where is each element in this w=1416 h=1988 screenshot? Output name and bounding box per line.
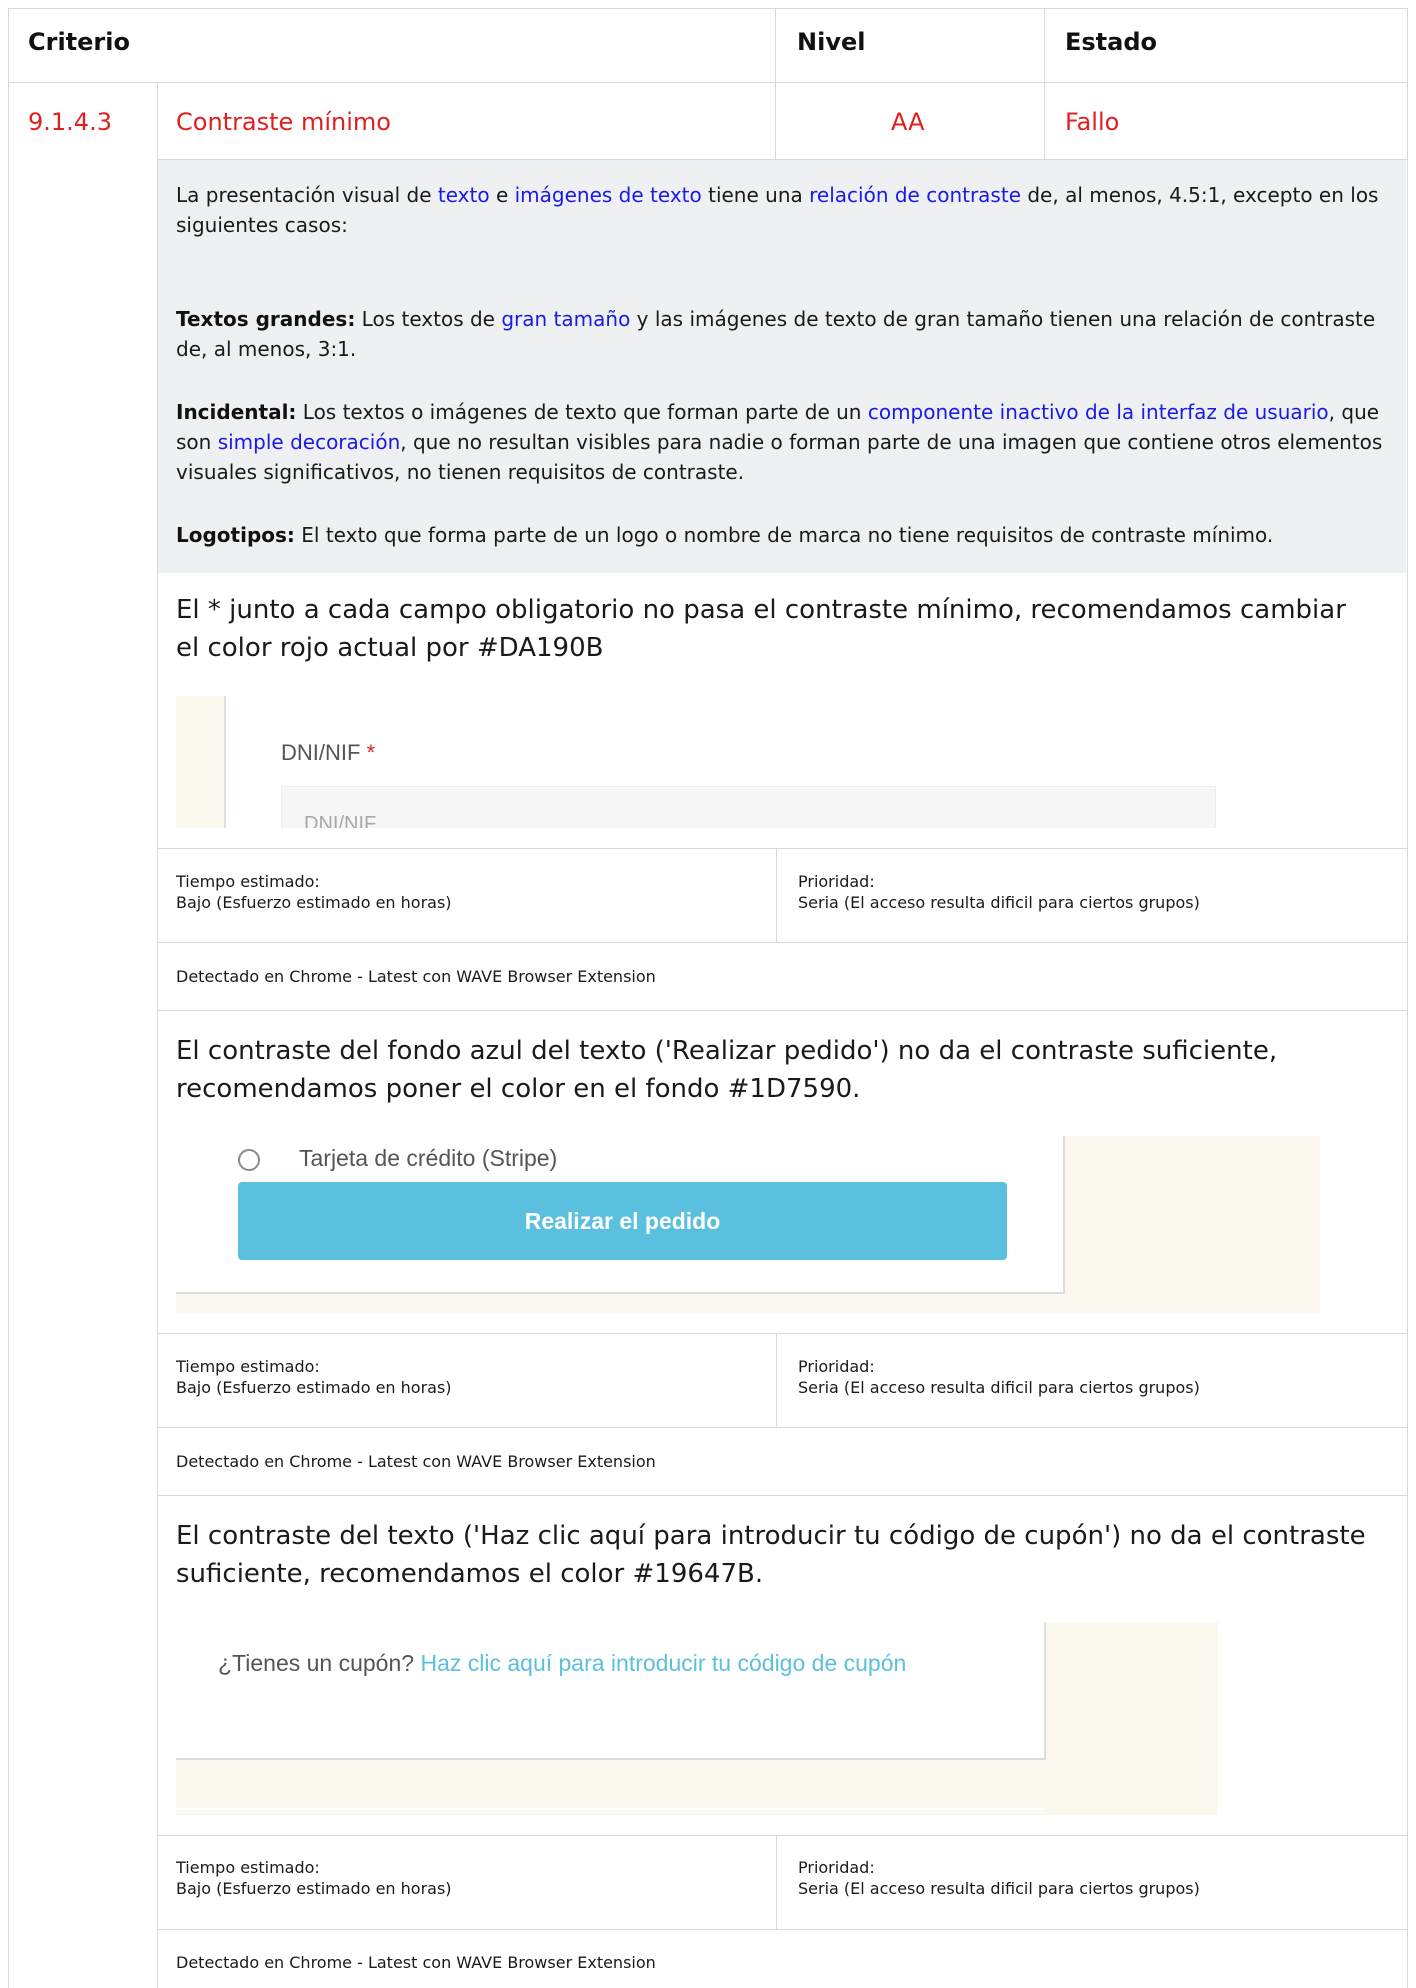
link-imagenes-de-texto[interactable]: imágenes de texto [515,183,702,207]
prioridad-label: Prioridad: [798,1357,875,1376]
header-nivel: Nivel [797,28,866,56]
detected-info: Detectado en Chrome - Latest con WAVE Br… [176,1452,656,1471]
criterion-description: La presentación visual de texto e imágen… [158,160,1406,573]
shot-place-order-button: Realizar el pedido [238,1182,1007,1260]
description-intro: La presentación visual de texto e imágen… [176,183,1379,237]
shot-required-star: * [366,740,376,765]
tiempo-value: Bajo (Esfuerzo estimado en horas) [176,1378,452,1397]
prioridad-label: Prioridad: [798,1858,875,1877]
description-logotipos: Logotipos: El texto que forma parte de u… [176,523,1274,547]
link-relacion-de-contraste[interactable]: relación de contraste [809,183,1021,207]
tiempo-value: Bajo (Esfuerzo estimado en horas) [176,893,452,912]
detected-info: Detectado en Chrome - Latest con WAVE Br… [176,967,656,986]
prioridad-value: Seria (El acceso resulta dificil para ci… [798,1879,1200,1898]
issue-screenshot: Tarjeta de crédito (Stripe) Realizar el … [176,1136,1320,1313]
detected-info: Detectado en Chrome - Latest con WAVE Br… [176,1953,656,1972]
link-texto[interactable]: texto [438,183,490,207]
tiempo-label: Tiempo estimado: [176,1858,320,1877]
header-criterio: Criterio [28,28,130,56]
shot-field-label: DNI/NIF [281,740,361,765]
issue-title: El contraste del fondo azul del texto ('… [176,1036,1278,1104]
shot-input: DNI/NIF [281,786,1216,828]
shot-coupon-text: ¿Tienes un cupón? Haz clic aquí para int… [218,1650,907,1676]
header-estado: Estado [1065,28,1158,56]
description-large-text: Textos grandes: Los textos de gran tamañ… [176,307,1376,361]
issue-screenshot: DNI/NIF * DNI/NIF [176,696,1216,828]
tiempo-label: Tiempo estimado: [176,1357,320,1376]
criterion-status: Fallo [1065,108,1120,136]
link-simple-decoracion[interactable]: simple decoración [218,430,401,454]
issue-title: El contraste del texto ('Haz clic aquí p… [176,1521,1366,1589]
link-componente-inactivo[interactable]: componente inactivo de la interfaz de us… [868,400,1329,424]
tiempo-value: Bajo (Esfuerzo estimado en horas) [176,1879,452,1898]
shot-radio-icon [238,1149,260,1171]
shot-radio-label: Tarjeta de crédito (Stripe) [299,1145,558,1171]
description-incidental: Incidental: Los textos o imágenes de tex… [176,400,1383,484]
prioridad-value: Seria (El acceso resulta dificil para ci… [798,893,1200,912]
issue-screenshot: ¿Tienes un cupón? Haz clic aquí para int… [176,1622,1218,1815]
prioridad-value: Seria (El acceso resulta dificil para ci… [798,1378,1200,1397]
tiempo-label: Tiempo estimado: [176,872,320,891]
shot-coupon-link: Haz clic aquí para introducir tu código … [420,1650,907,1676]
link-gran-tamano[interactable]: gran tamaño [501,307,630,331]
criterion-name: Contraste mínimo [176,108,391,136]
criterion-level: AA [891,108,925,136]
issue-title: El * junto a cada campo obligatorio no p… [176,595,1346,663]
criterion-id: 9.1.4.3 [28,108,112,136]
prioridad-label: Prioridad: [798,872,875,891]
